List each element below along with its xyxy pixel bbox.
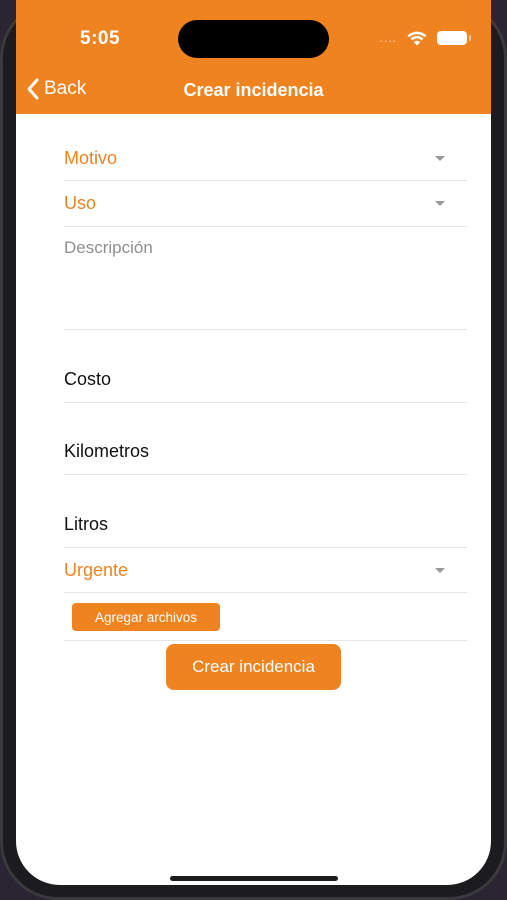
urgente-select[interactable]: Urgente (64, 548, 467, 593)
attachments-row: Agregar archivos (64, 593, 467, 641)
kilometros-field[interactable]: Kilometros (64, 403, 467, 475)
kilometros-label: Kilometros (64, 441, 150, 461)
dynamic-island (178, 20, 329, 58)
status-icons: .... (379, 29, 471, 47)
motivo-label: Motivo (64, 148, 118, 168)
litros-label: Litros (64, 514, 109, 534)
battery-icon (437, 31, 471, 45)
chevron-down-icon (435, 568, 445, 573)
status-time: 5:05 (80, 28, 121, 49)
descripcion-textarea[interactable]: Descripción (64, 227, 467, 330)
navigation-header: 5:05 .... Back Crear incidencia (16, 0, 491, 114)
uso-select[interactable]: Uso (64, 181, 467, 227)
add-files-button[interactable]: Agregar archivos (72, 603, 220, 631)
app-screen: 5:05 .... Back Crear incidencia Motivo U… (16, 0, 491, 885)
motivo-select[interactable]: Motivo (64, 136, 467, 181)
uso-label: Uso (64, 193, 97, 213)
chevron-down-icon (435, 201, 445, 206)
create-incident-button[interactable]: Crear incidencia (166, 644, 341, 690)
signal-icon: .... (379, 31, 397, 45)
descripcion-placeholder: Descripción (64, 238, 153, 257)
litros-field[interactable]: Litros (64, 475, 467, 548)
urgente-label: Urgente (64, 560, 129, 580)
page-title: Crear incidencia (183, 80, 324, 100)
costo-field[interactable]: Costo (64, 330, 467, 403)
wifi-icon (407, 31, 427, 45)
costo-label: Costo (64, 369, 112, 389)
chevron-down-icon (435, 156, 445, 161)
home-indicator (170, 876, 338, 881)
